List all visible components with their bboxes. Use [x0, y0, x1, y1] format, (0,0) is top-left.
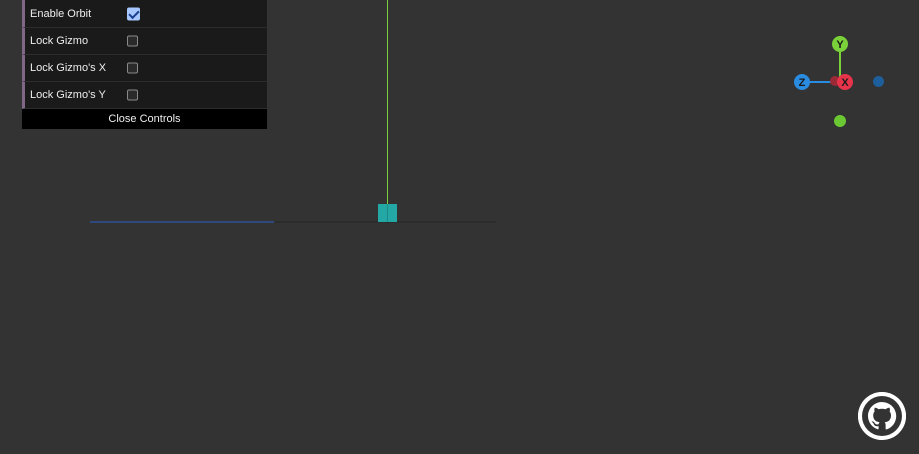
lock-gizmo-x-label: Lock Gizmo's X [30, 62, 107, 74]
enable-orbit-row[interactable]: Enable Orbit [22, 0, 267, 28]
lock-gizmo-y-label: Lock Gizmo's Y [30, 89, 106, 101]
close-controls-button[interactable]: Close Controls [22, 109, 267, 129]
lock-gizmo-x-checkbox[interactable] [127, 62, 138, 74]
controls-panel: Enable Orbit Lock Gizmo Lock Gizmo's X L… [22, 0, 267, 129]
enable-orbit-checkbox[interactable] [127, 7, 140, 20]
gizmo-neg-z-handle[interactable] [873, 76, 884, 87]
gizmo-neg-y-handle[interactable] [834, 115, 846, 127]
lock-gizmo-row[interactable]: Lock Gizmo [22, 28, 267, 55]
lock-gizmo-label: Lock Gizmo [30, 35, 89, 47]
orientation-gizmo[interactable]: Y Z X [794, 36, 884, 127]
lock-gizmo-y-row[interactable]: Lock Gizmo's Y [22, 82, 267, 109]
gizmo-x-label: X [841, 77, 849, 89]
github-icon [858, 392, 906, 440]
gizmo-y-label: Y [836, 39, 844, 51]
enable-orbit-label: Enable Orbit [30, 7, 92, 20]
lock-gizmo-y-checkbox[interactable] [127, 89, 138, 101]
lock-gizmo-x-row[interactable]: Lock Gizmo's X [22, 55, 267, 82]
github-link-button[interactable] [858, 392, 906, 440]
lock-gizmo-checkbox[interactable] [127, 35, 138, 47]
gizmo-z-label: Z [799, 77, 806, 89]
